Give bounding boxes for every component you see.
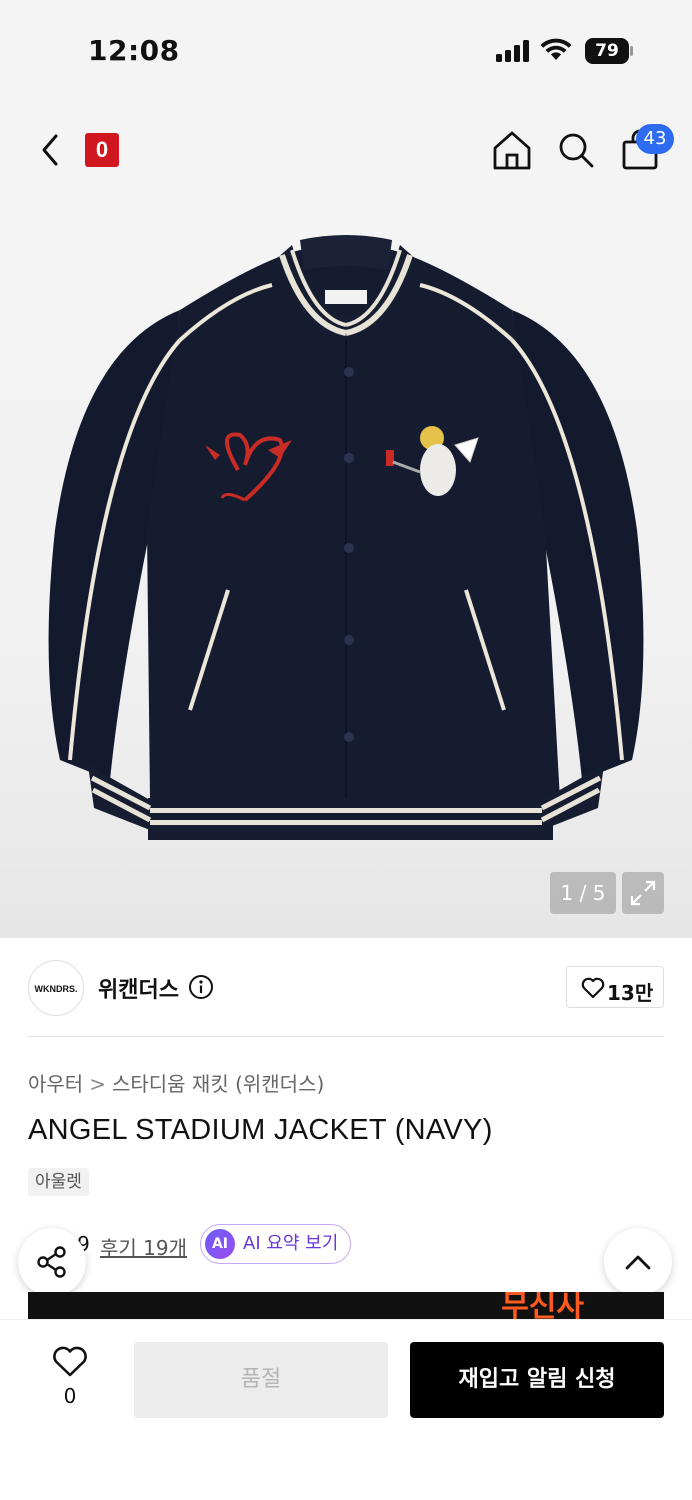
chevron-up-icon [625, 1255, 651, 1270]
product-image-gallery[interactable]: 1 / 5 [0, 200, 692, 938]
product-photo [48, 235, 644, 840]
ai-badge: AI [205, 1229, 235, 1259]
breadcrumb-subcategory[interactable]: 스타디움 재킷 (위캔더스) [112, 1072, 324, 1096]
brand-avatar[interactable]: WKNDRS. [28, 960, 84, 1016]
ai-summary-label: AI 요약 보기 [243, 1233, 339, 1254]
breadcrumb: 아우터 > 스타디움 재킷 (위캔더스) [28, 1068, 324, 1097]
top-nav: 0 43 [0, 100, 692, 200]
status-time: 12:08 [88, 34, 180, 67]
breadcrumb-separator: > [89, 1072, 106, 1096]
brand-name[interactable]: 위캔더스 [98, 972, 179, 1004]
promo-banner[interactable]: 무신사 [28, 1292, 664, 1322]
back-arrow-icon[interactable] [34, 130, 66, 170]
wishlist-count: 0 [63, 1384, 77, 1408]
wishlist-button[interactable]: 0 [48, 1346, 92, 1426]
product-title: ANGEL STADIUM JACKET (NAVY) [28, 1114, 493, 1146]
info-icon[interactable] [188, 974, 214, 1000]
brand-like-count: 13만 [607, 981, 654, 1005]
review-link[interactable]: 후기 19개 [100, 1232, 187, 1261]
cart-count-badge: 43 [636, 124, 674, 154]
outlet-tag: 아울렛 [28, 1168, 89, 1196]
wifi-icon [540, 38, 572, 60]
brand-row: WKNDRS. 위캔더스 13만 [0, 938, 692, 1038]
share-icon [37, 1246, 66, 1278]
status-bar: 12:08 79 [0, 0, 692, 100]
brand-like-button[interactable]: 13만 [566, 966, 664, 1008]
breadcrumb-category[interactable]: 아우터 [28, 1072, 83, 1096]
store-logo[interactable]: 0 [85, 133, 119, 167]
soldout-button: 품절 [134, 1342, 388, 1418]
expand-button[interactable] [622, 872, 664, 914]
divider [28, 1036, 664, 1037]
scroll-top-button[interactable] [604, 1228, 672, 1296]
restock-alert-button[interactable]: 재입고 알림 신청 [410, 1342, 664, 1418]
home-icon[interactable] [492, 128, 532, 172]
battery-level: 79 [595, 41, 619, 61]
battery-indicator: 79 [585, 38, 633, 64]
image-counter: 1 / 5 [550, 872, 616, 914]
banner-brand-logo: 무신사 [501, 1292, 584, 1322]
heart-icon [581, 977, 605, 999]
ai-summary-button[interactable]: AI AI 요약 보기 [200, 1224, 352, 1264]
cellular-signal-icon [496, 40, 529, 62]
bottom-action-bar: 0 품절 재입고 알림 신청 [0, 1320, 692, 1500]
heart-icon [53, 1346, 87, 1377]
share-button[interactable] [18, 1228, 86, 1296]
search-icon[interactable] [556, 128, 596, 172]
expand-icon [630, 880, 656, 906]
